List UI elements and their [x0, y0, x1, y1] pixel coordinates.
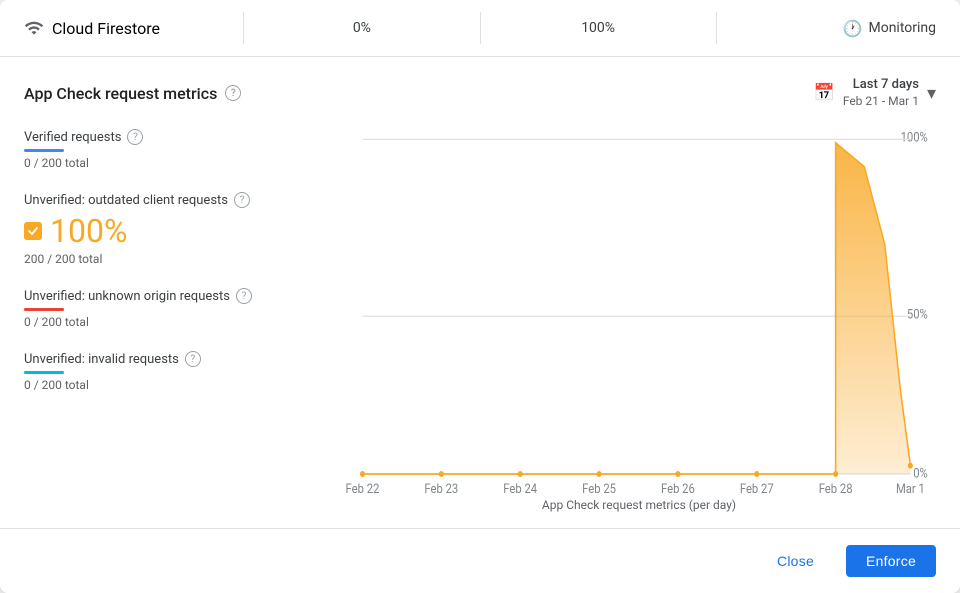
clock-icon: 🕐 [843, 19, 863, 38]
metric-outdated-label: Unverified: outdated client requests ? [24, 192, 334, 208]
metric-verified-bar [24, 149, 64, 152]
metric-invalid-bar [24, 371, 64, 374]
section-title-text: App Check request metrics [24, 84, 217, 103]
dialog: Cloud Firestore 0% 100% 🕐 Monitoring App… [0, 0, 960, 593]
metric-invalid-value: 0 / 200 total [24, 378, 334, 392]
svg-text:100%: 100% [901, 130, 928, 145]
metric-verified-label: Verified requests ? [24, 129, 334, 145]
date-range-label: Last 7 days [853, 77, 919, 94]
metric-outdated: Unverified: outdated client requests ? 1… [24, 192, 334, 266]
metric-unknown-value: 0 / 200 total [24, 315, 334, 329]
date-range-sub: Feb 21 - Mar 1 [843, 94, 919, 110]
svg-text:Feb 27: Feb 27 [740, 482, 774, 496]
svg-text:Feb 26: Feb 26 [661, 482, 695, 496]
chart-wrapper: 100% 50% 0% [342, 125, 936, 496]
metric-outdated-value: 200 / 200 total [24, 252, 334, 266]
calendar-icon: 📅 [814, 83, 835, 103]
metrics-chart-area: Verified requests ? 0 / 200 total Unveri… [24, 125, 936, 520]
svg-text:0%: 0% [913, 466, 928, 481]
metric-unknown-help[interactable]: ? [236, 288, 252, 304]
top-bar: Cloud Firestore 0% 100% 🕐 Monitoring [0, 0, 960, 57]
service-name: Cloud Firestore [52, 19, 160, 38]
metric-outdated-big-value: 100% [50, 212, 127, 250]
metric-outdated-help[interactable]: ? [234, 192, 250, 208]
enforce-button[interactable]: Enforce [846, 545, 936, 577]
divider-3 [716, 12, 717, 44]
metric-outdated-big-row: 100% [24, 212, 334, 250]
metric-verified: Verified requests ? 0 / 200 total [24, 129, 334, 170]
metric-outdated-checkbox[interactable] [24, 222, 42, 240]
svg-text:Feb 28: Feb 28 [819, 482, 853, 496]
metric-invalid: Unverified: invalid requests ? 0 / 200 t… [24, 351, 334, 392]
firestore-icon [24, 18, 44, 38]
check-icon [27, 225, 39, 237]
svg-text:Feb 25: Feb 25 [582, 482, 616, 496]
pct-100: 100% [497, 20, 700, 36]
svg-text:Feb 22: Feb 22 [346, 482, 380, 496]
section-title-area: App Check request metrics ? [24, 84, 241, 103]
svg-text:50%: 50% [907, 307, 928, 322]
svg-text:Feb 24: Feb 24 [503, 482, 537, 496]
divider-1 [243, 12, 244, 44]
metric-unknown-bar [24, 308, 64, 311]
svg-text:Mar 1: Mar 1 [896, 482, 925, 496]
metric-invalid-label: Unverified: invalid requests ? [24, 351, 334, 367]
monitoring-link[interactable]: 🕐 Monitoring [733, 19, 936, 38]
service-label: Cloud Firestore [24, 18, 227, 38]
chart-svg: 100% 50% 0% [342, 125, 936, 496]
metric-verified-help[interactable]: ? [127, 129, 143, 145]
date-range-text: Last 7 days Feb 21 - Mar 1 [843, 77, 919, 109]
bottom-bar: Close Enforce [0, 528, 960, 593]
section-header: App Check request metrics ? 📅 Last 7 day… [24, 77, 936, 109]
svg-text:Feb 23: Feb 23 [424, 482, 458, 496]
close-button[interactable]: Close [757, 545, 834, 577]
divider-2 [480, 12, 481, 44]
metric-invalid-help[interactable]: ? [185, 351, 201, 367]
metrics-panel: Verified requests ? 0 / 200 total Unveri… [24, 125, 334, 520]
chevron-down-icon: ▾ [927, 83, 936, 104]
chart-area: 100% 50% 0% [334, 125, 936, 520]
chart-x-axis-label: App Check request metrics (per day) [342, 496, 936, 520]
pct-0: 0% [260, 20, 463, 36]
main-content: App Check request metrics ? 📅 Last 7 day… [0, 57, 960, 520]
section-help-icon[interactable]: ? [225, 85, 241, 101]
metric-verified-value: 0 / 200 total [24, 156, 334, 170]
metric-unknown: Unverified: unknown origin requests ? 0 … [24, 288, 334, 329]
date-range-selector[interactable]: 📅 Last 7 days Feb 21 - Mar 1 ▾ [814, 77, 936, 109]
metric-unknown-label: Unverified: unknown origin requests ? [24, 288, 334, 304]
